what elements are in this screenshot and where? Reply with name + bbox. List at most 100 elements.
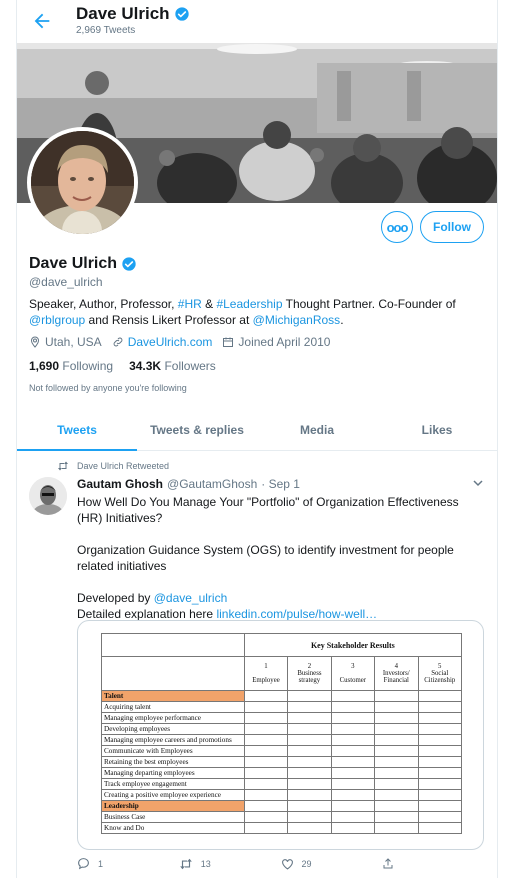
- table-cell: [417, 789, 462, 801]
- table-header-row: 1 Employee 2 Business strategy 3 Customer 4…: [101, 656, 462, 691]
- table-cell: [330, 800, 376, 812]
- column-number: 3: [351, 663, 355, 670]
- table-cell: [243, 811, 289, 823]
- table-cell: [374, 712, 419, 724]
- tweet-text: Developed by: [77, 591, 154, 605]
- table-cell: [374, 723, 419, 735]
- table-cell: [287, 756, 332, 768]
- table-cell: [243, 789, 289, 801]
- location-pin-icon: [30, 336, 40, 348]
- profile-name-text: Dave Ulrich: [29, 255, 118, 272]
- website-link[interactable]: DaveUlrich.com: [128, 335, 213, 349]
- table-cell: [287, 767, 332, 779]
- back-arrow-icon[interactable]: [31, 10, 53, 32]
- followers-label: Followers: [164, 359, 216, 373]
- tweet-author-handle[interactable]: @GautamGhosh: [167, 477, 257, 491]
- mention-rblgroup-link[interactable]: @rblgroup: [29, 313, 85, 327]
- table-row-label: Creating a positive employee experience: [101, 789, 245, 801]
- table-cell: [374, 767, 419, 779]
- table-cell: [330, 822, 376, 834]
- mention-michiganross-link[interactable]: @MichiganRoss: [253, 313, 341, 327]
- following-count: 1,690: [29, 359, 60, 373]
- table-cell: [243, 745, 289, 757]
- tweet-text: Detailed explanation here: [77, 607, 217, 621]
- table-cell: [417, 822, 462, 834]
- more-options-button[interactable]: ooo: [381, 211, 413, 243]
- tab-tweets-replies[interactable]: Tweets & replies: [137, 410, 257, 450]
- retweet-button[interactable]: 13: [179, 857, 281, 870]
- column-number: 5: [438, 663, 442, 670]
- table-cell: [374, 789, 419, 801]
- table-corner-cell: [101, 633, 245, 657]
- tweet-date[interactable]: · Sep 1: [261, 477, 300, 491]
- reply-button[interactable]: 1: [77, 857, 179, 870]
- tab-likes[interactable]: Likes: [377, 410, 497, 450]
- tab-media[interactable]: Media: [257, 410, 377, 450]
- table-cell: [330, 723, 376, 735]
- table-cell: [417, 800, 462, 812]
- table-cell: [243, 778, 289, 790]
- table-cell: [330, 734, 376, 746]
- table-cell: [330, 756, 376, 768]
- tweet-author-name[interactable]: Gautam Ghosh: [77, 477, 163, 491]
- table-cell: [243, 712, 289, 724]
- follow-counts: 1,690 Following 34.3K Followers: [29, 359, 216, 373]
- table-column-header: 2 Business strategy: [287, 656, 332, 691]
- table-row: Acquiring talent: [101, 701, 462, 713]
- table-cell: [287, 701, 332, 713]
- website: DaveUlrich.com: [112, 335, 213, 349]
- table-cell: [243, 734, 289, 746]
- mention-dave-ulrich-link[interactable]: @dave_ulrich: [154, 591, 228, 605]
- table-title: Key Stakeholder Results: [243, 633, 463, 657]
- retweet-note[interactable]: Dave Ulrich Retweeted: [77, 461, 169, 471]
- tweet-paragraph: Organization Guidance System (OGS) to id…: [77, 543, 454, 573]
- table-cell: [287, 789, 332, 801]
- table-row-label: Retaining the best employees: [101, 756, 245, 768]
- stakeholder-table: Key Stakeholder Results 1 Employee 2 Busin…: [101, 633, 463, 834]
- hashtag-hr-link[interactable]: #HR: [178, 297, 202, 311]
- linkedin-link[interactable]: linkedin.com/pulse/how-well…: [216, 607, 377, 621]
- joined-text: Joined April 2010: [238, 335, 331, 349]
- table-row: Managing employee performance: [101, 712, 462, 724]
- table-row-label: Know and Do: [101, 822, 245, 834]
- share-button[interactable]: [382, 857, 484, 870]
- table-row: Managing departing employees: [101, 767, 462, 779]
- retweet-context: Dave Ulrich Retweeted: [57, 461, 169, 471]
- profile-handle: @dave_ulrich: [29, 275, 103, 289]
- follow-button[interactable]: Follow: [420, 211, 484, 243]
- table-cell: [374, 822, 419, 834]
- tab-separator: [17, 451, 497, 456]
- tweet-body: How Well Do You Manage Your "Portfolio" …: [77, 494, 487, 622]
- table-cell: [417, 811, 462, 823]
- table-cell: [417, 701, 462, 713]
- table-cell: [243, 723, 289, 735]
- table-cell: [374, 800, 419, 812]
- tweet-image-card[interactable]: Key Stakeholder Results 1 Employee 2 Busin…: [77, 620, 484, 850]
- retweet-count: 13: [200, 858, 211, 869]
- following-link[interactable]: 1,690 Following: [29, 359, 113, 373]
- followers-link[interactable]: 34.3K Followers: [129, 359, 216, 373]
- table-cell: [330, 778, 376, 790]
- hashtag-leadership-link[interactable]: #Leadership: [216, 297, 282, 311]
- table-cell: [374, 734, 419, 746]
- chevron-down-icon[interactable]: [472, 478, 484, 488]
- column-label: Customer: [339, 677, 367, 684]
- tab-tweets[interactable]: Tweets: [17, 410, 137, 451]
- table-row-label: Leadership: [101, 800, 245, 812]
- table-cell: [374, 701, 419, 713]
- profile-avatar[interactable]: [27, 127, 138, 238]
- table-cell: [417, 767, 462, 779]
- table-cell: [330, 745, 376, 757]
- tweet-author-avatar[interactable]: [29, 477, 67, 515]
- column-label: Employee: [252, 677, 280, 684]
- table-column-header: 3 Customer: [330, 656, 376, 691]
- like-button[interactable]: 29: [281, 857, 383, 870]
- bio-text: .: [340, 313, 344, 327]
- following-label: Following: [62, 359, 114, 373]
- bio-text: Thought Partner. Co-Founder of: [282, 297, 456, 311]
- table-cell: [330, 767, 376, 779]
- table-row-label: Acquiring talent: [101, 701, 245, 713]
- table-cell: [287, 723, 332, 735]
- top-bar-title: Dave Ulrich: [76, 4, 190, 24]
- table-cell: [287, 734, 332, 746]
